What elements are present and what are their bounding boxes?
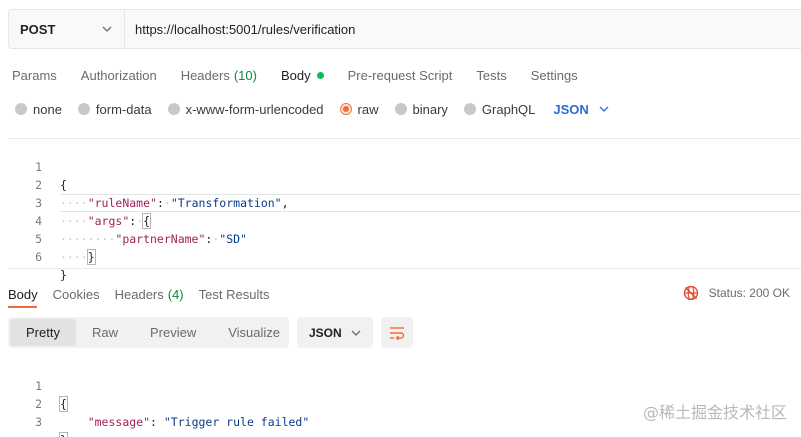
- radio-label: raw: [357, 101, 379, 117]
- radio-raw[interactable]: raw: [339, 101, 379, 117]
- code-text: }: [60, 268, 67, 282]
- url-bar: POST https://localhost:5001/rules/verifi…: [8, 9, 801, 49]
- json-value: "Trigger rule failed": [163, 415, 310, 429]
- view-visualize-button[interactable]: Visualize: [212, 319, 296, 346]
- radio-label: GraphQL: [481, 101, 536, 117]
- tab-headers[interactable]: Headers (10): [181, 68, 257, 83]
- radio-graphql[interactable]: GraphQL: [463, 101, 536, 117]
- response-tab-cookies[interactable]: Cookies: [53, 287, 100, 302]
- radio-label: x-www-form-urlencoded: [185, 101, 324, 117]
- radio-selected-icon: [339, 103, 352, 115]
- line-number: 6: [35, 250, 42, 264]
- code-text: "message": "Trigger rule failed": [87, 415, 310, 429]
- view-preview-button[interactable]: Preview: [134, 319, 212, 346]
- radio-binary[interactable]: binary: [394, 101, 448, 117]
- body-language-label: JSON: [553, 101, 589, 117]
- radio-icon: [394, 103, 407, 115]
- request-tabs: Params Authorization Headers (10) Body Pr…: [12, 64, 602, 86]
- chevron-down-icon: [351, 330, 361, 336]
- view-pretty-button[interactable]: Pretty: [10, 319, 76, 346]
- status-text: Status: 200 OK: [708, 286, 790, 300]
- headers-count: (4): [167, 286, 184, 302]
- wrap-lines-icon: [390, 326, 405, 340]
- radio-icon: [77, 103, 90, 115]
- tab-label: Headers: [180, 67, 230, 83]
- line-number: 3: [35, 415, 42, 429]
- tab-body[interactable]: Body: [281, 68, 324, 83]
- view-mode-switch: Pretty Raw Preview Visualize: [8, 317, 289, 348]
- radio-label: form-data: [95, 101, 152, 117]
- tab-tests[interactable]: Tests: [476, 68, 506, 83]
- body-type-options: none form-data x-www-form-urlencoded raw…: [15, 100, 609, 118]
- response-tab-body[interactable]: Body: [8, 287, 38, 302]
- response-tab-test-results[interactable]: Test Results: [199, 287, 270, 302]
- method-label: POST: [20, 21, 56, 37]
- code-line: 2 ····"ruleName":·"Transformation",: [8, 158, 801, 210]
- request-body-editor[interactable]: 1 { 2 ····"ruleName":·"Transformation", …: [8, 138, 801, 282]
- tab-authorization[interactable]: Authorization: [81, 68, 157, 83]
- body-language-select[interactable]: JSON: [553, 101, 609, 117]
- code-line: 2 "message": "Trigger rule failed": [8, 377, 801, 429]
- globe-icon[interactable]: [683, 285, 699, 301]
- tab-pre-request-script[interactable]: Pre-request Script: [348, 68, 453, 83]
- code-text: }: [59, 431, 68, 437]
- response-tab-headers[interactable]: Headers (4): [115, 287, 184, 302]
- view-raw-button[interactable]: Raw: [76, 319, 134, 346]
- radio-icon: [167, 103, 180, 115]
- response-status: Status: 200 OK: [683, 285, 790, 301]
- radio-form-data[interactable]: form-data: [77, 101, 152, 117]
- radio-icon: [463, 103, 476, 115]
- radio-none[interactable]: none: [15, 102, 62, 117]
- radio-label: none: [33, 101, 62, 117]
- radio-icon: [15, 103, 27, 115]
- tab-label: Body: [8, 286, 38, 302]
- radio-x-www-form-urlencoded[interactable]: x-www-form-urlencoded: [167, 101, 324, 117]
- code-line: 1 {: [8, 140, 801, 192]
- tab-settings[interactable]: Settings: [531, 68, 578, 83]
- json-key: "message": [87, 415, 151, 429]
- code-line: 1 {: [8, 359, 801, 412]
- active-tab-underline: [8, 306, 37, 308]
- tab-label: Body: [280, 67, 311, 83]
- code-line: 3 ····"args":·{: [8, 176, 801, 229]
- tab-label: Authorization: [80, 67, 157, 83]
- active-dot-icon: [316, 71, 324, 79]
- response-tabs: Body Cookies Headers (4) Test Results: [8, 283, 284, 305]
- watermark: @稀土掘金技术社区: [642, 403, 787, 422]
- tab-label: Tests: [476, 67, 507, 83]
- response-format-select[interactable]: JSON: [297, 317, 373, 348]
- response-format-label: JSON: [309, 325, 342, 340]
- chevron-down-icon: [102, 26, 112, 32]
- wrap-lines-button[interactable]: [381, 317, 413, 348]
- code-line: 4 ········"partnerName":·"SD": [8, 194, 801, 246]
- tab-label: Params: [12, 67, 57, 83]
- tab-label: Settings: [530, 67, 578, 83]
- url-input[interactable]: https://localhost:5001/rules/verificatio…: [125, 22, 355, 37]
- code-line: 6 }: [8, 230, 801, 282]
- radio-label: binary: [412, 101, 448, 117]
- tab-params[interactable]: Params: [12, 68, 57, 83]
- chevron-down-icon: [599, 106, 609, 112]
- code-text: ····}: [60, 249, 96, 265]
- headers-count: (10): [233, 67, 257, 83]
- method-select[interactable]: POST: [9, 10, 125, 48]
- tab-label: Cookies: [52, 286, 100, 302]
- tab-label: Headers: [114, 286, 164, 302]
- tab-label: Pre-request Script: [347, 67, 453, 83]
- code-line: 5 ····}: [8, 212, 801, 265]
- tab-label: Test Results: [198, 286, 270, 302]
